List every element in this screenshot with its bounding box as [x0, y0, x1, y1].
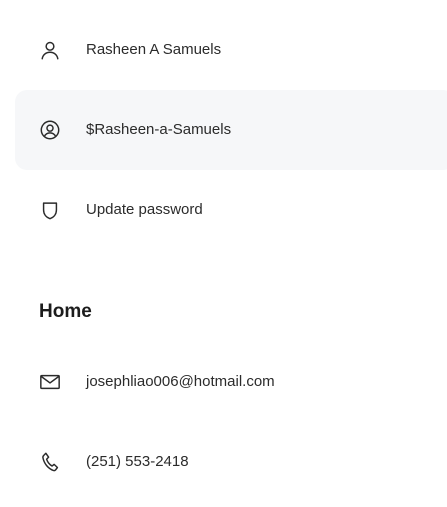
phone-icon: [39, 451, 61, 473]
email-row[interactable]: josephliao006@hotmail.com: [0, 342, 447, 422]
cashtag-row[interactable]: $Rasheen-a-Samuels: [15, 90, 447, 170]
home-section-heading: Home: [39, 301, 92, 322]
profile-settings-page: Rasheen A Samuels $Rasheen-a-Samuels Upd…: [0, 0, 447, 507]
name-label: Rasheen A Samuels: [86, 41, 222, 58]
shield-icon: [39, 199, 61, 221]
person-icon: [39, 39, 61, 61]
phone-row[interactable]: (251) 553-2418: [0, 422, 447, 502]
update-password-row[interactable]: Update password: [0, 170, 447, 250]
user-circle-icon: [39, 119, 61, 141]
email-label: josephliao006@hotmail.com: [86, 373, 275, 390]
phone-label: (251) 553-2418: [86, 453, 189, 470]
update-password-label: Update password: [86, 201, 203, 218]
name-row[interactable]: Rasheen A Samuels: [0, 10, 447, 90]
mail-icon: [39, 371, 61, 393]
cashtag-label: $Rasheen-a-Samuels: [86, 121, 232, 138]
